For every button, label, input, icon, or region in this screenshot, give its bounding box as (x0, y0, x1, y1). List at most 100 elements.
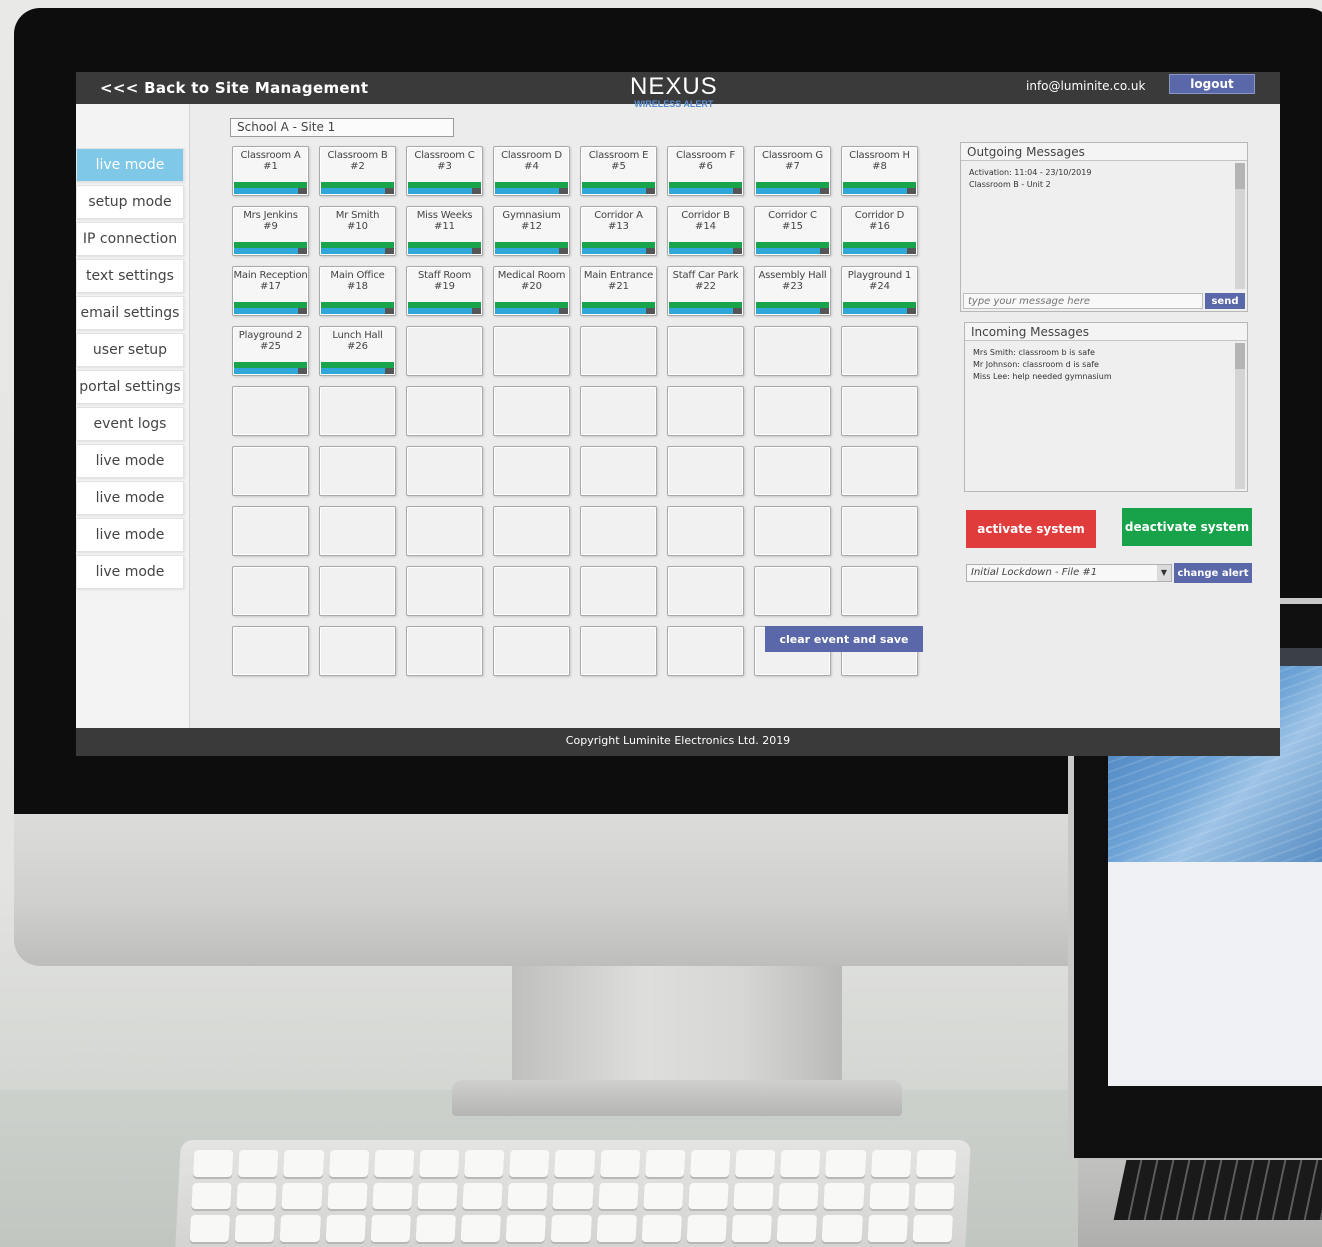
sidebar-item[interactable]: user setup (76, 333, 184, 367)
keyboard-key (596, 1215, 637, 1242)
empty-zone-tile[interactable] (232, 506, 309, 556)
empty-zone-tile[interactable] (667, 386, 744, 436)
empty-zone-tile[interactable] (232, 386, 309, 436)
zone-tile[interactable]: Playground 2 #25 (232, 326, 309, 376)
sidebar-item[interactable]: IP connection (76, 222, 184, 256)
empty-zone-tile[interactable] (841, 506, 918, 556)
zone-tile[interactable]: Classroom G #7 (754, 146, 831, 196)
empty-zone-tile[interactable] (493, 626, 570, 676)
sidebar-item[interactable]: live mode (76, 555, 184, 589)
zone-tile[interactable]: Classroom F #6 (667, 146, 744, 196)
empty-zone-tile[interactable] (319, 626, 396, 676)
incoming-scrollbar[interactable] (1235, 343, 1245, 489)
change-alert-button[interactable]: change alert (1174, 563, 1252, 583)
empty-zone-tile[interactable] (841, 446, 918, 496)
empty-zone-tile[interactable] (406, 626, 483, 676)
incoming-scroll-thumb[interactable] (1235, 343, 1245, 369)
zone-tile[interactable]: Classroom A #1 (232, 146, 309, 196)
sidebar-item[interactable]: live mode (76, 481, 184, 515)
zone-tile[interactable]: Medical Room #20 (493, 266, 570, 316)
empty-zone-tile[interactable] (841, 386, 918, 436)
empty-zone-tile[interactable] (406, 446, 483, 496)
empty-zone-tile[interactable] (754, 446, 831, 496)
zone-tile[interactable]: Main Reception #17 (232, 266, 309, 316)
empty-zone-tile[interactable] (406, 386, 483, 436)
empty-zone-tile[interactable] (667, 446, 744, 496)
empty-zone-tile[interactable] (493, 446, 570, 496)
zone-tile[interactable]: Corridor C #15 (754, 206, 831, 256)
sidebar-item[interactable]: text settings (76, 259, 184, 293)
zone-tile[interactable]: Classroom D #4 (493, 146, 570, 196)
zone-tile[interactable]: Mr Smith #10 (319, 206, 396, 256)
sidebar-item[interactable]: event logs (76, 407, 184, 441)
empty-zone-tile[interactable] (493, 386, 570, 436)
empty-zone-tile[interactable] (754, 566, 831, 616)
empty-zone-tile[interactable] (841, 566, 918, 616)
status-bar-grey (820, 188, 829, 194)
sidebar-item[interactable]: email settings (76, 296, 184, 330)
empty-zone-tile[interactable] (754, 326, 831, 376)
site-select[interactable]: School A - Site 1 (230, 118, 454, 137)
empty-zone-tile[interactable] (232, 566, 309, 616)
activate-system-button[interactable]: activate system (966, 510, 1096, 548)
deactivate-system-button[interactable]: deactivate system (1122, 508, 1252, 546)
zone-tile-number: #13 (607, 221, 630, 232)
zone-tile[interactable]: Gymnasium #12 (493, 206, 570, 256)
sidebar-item[interactable]: live mode (76, 148, 184, 182)
zone-tile[interactable]: Classroom B #2 (319, 146, 396, 196)
empty-zone-tile[interactable] (493, 566, 570, 616)
zone-tile[interactable]: Playground 1 #24 (841, 266, 918, 316)
zone-tile[interactable]: Corridor A #13 (580, 206, 657, 256)
empty-zone-tile[interactable] (232, 626, 309, 676)
empty-zone-tile[interactable] (754, 506, 831, 556)
empty-zone-tile[interactable] (580, 446, 657, 496)
empty-zone-tile[interactable] (580, 566, 657, 616)
empty-zone-tile[interactable] (580, 386, 657, 436)
empty-zone-tile[interactable] (667, 626, 744, 676)
logout-button[interactable]: logout (1169, 74, 1255, 94)
sidebar-item[interactable]: live mode (76, 518, 184, 552)
empty-zone-tile[interactable] (319, 506, 396, 556)
empty-zone-tile[interactable] (580, 506, 657, 556)
empty-zone-tile[interactable] (493, 326, 570, 376)
zone-tile[interactable]: Assembly Hall #23 (754, 266, 831, 316)
empty-zone-tile[interactable] (319, 386, 396, 436)
empty-zone-tile[interactable] (406, 506, 483, 556)
empty-zone-tile[interactable] (580, 326, 657, 376)
outgoing-scrollbar[interactable] (1235, 163, 1245, 289)
sidebar-item[interactable]: setup mode (76, 185, 184, 219)
empty-zone-tile[interactable] (667, 506, 744, 556)
zone-tile[interactable]: Corridor D #16 (841, 206, 918, 256)
empty-zone-tile[interactable] (406, 566, 483, 616)
zone-tile[interactable]: Classroom H #8 (841, 146, 918, 196)
empty-zone-tile[interactable] (406, 326, 483, 376)
message-input[interactable] (963, 293, 1203, 309)
zone-tile[interactable]: Classroom C #3 (406, 146, 483, 196)
alert-file-select[interactable]: Initial Lockdown - File #1 ▼ (966, 564, 1172, 582)
empty-zone-tile[interactable] (319, 566, 396, 616)
zone-tile[interactable]: Corridor B #14 (667, 206, 744, 256)
empty-zone-tile[interactable] (841, 326, 918, 376)
sidebar-item[interactable]: portal settings (76, 370, 184, 404)
zone-tile[interactable]: Main Office #18 (319, 266, 396, 316)
zone-tile[interactable]: Main Entrance #21 (580, 266, 657, 316)
empty-zone-tile[interactable] (232, 446, 309, 496)
empty-zone-tile[interactable] (667, 566, 744, 616)
zone-tile[interactable]: Lunch Hall #26 (319, 326, 396, 376)
empty-zone-tile[interactable] (667, 326, 744, 376)
sidebar-item[interactable]: live mode (76, 444, 184, 478)
zone-tile[interactable]: Staff Car Park #22 (667, 266, 744, 316)
clear-event-and-save-button[interactable]: clear event and save (765, 626, 923, 652)
zone-tile[interactable]: Mrs Jenkins #9 (232, 206, 309, 256)
empty-zone-tile[interactable] (493, 506, 570, 556)
empty-zone-tile[interactable] (754, 386, 831, 436)
back-to-site-management-link[interactable]: <<< Back to Site Management (100, 79, 368, 97)
empty-zone-tile[interactable] (319, 446, 396, 496)
zone-tile[interactable]: Miss Weeks #11 (406, 206, 483, 256)
zone-tile[interactable]: Staff Room #19 (406, 266, 483, 316)
outgoing-scroll-thumb[interactable] (1235, 163, 1245, 189)
chevron-down-icon[interactable]: ▼ (1157, 565, 1171, 581)
send-button[interactable]: send (1205, 293, 1245, 309)
zone-tile[interactable]: Classroom E #5 (580, 146, 657, 196)
empty-zone-tile[interactable] (580, 626, 657, 676)
